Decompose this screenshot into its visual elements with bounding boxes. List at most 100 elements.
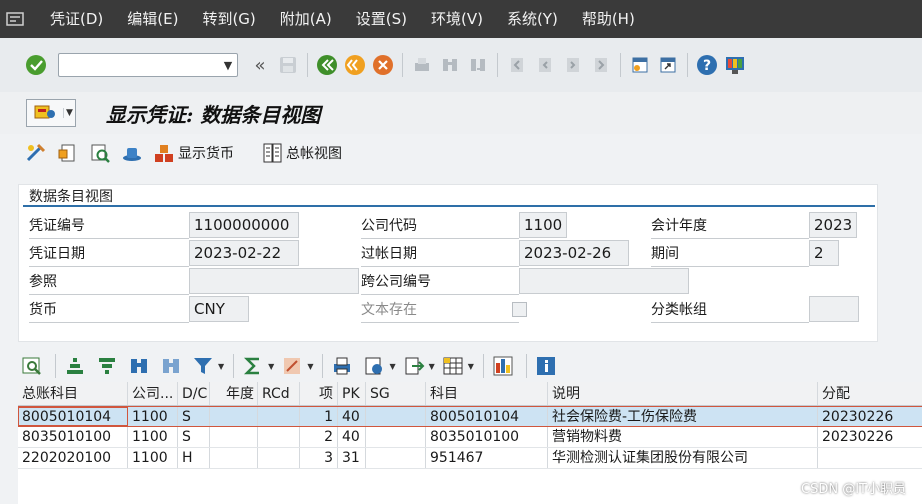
menu-system[interactable]: 系统(Y) bbox=[495, 0, 570, 38]
cell-rcd[interactable] bbox=[258, 407, 300, 426]
cell-account[interactable]: 951467 bbox=[426, 448, 548, 468]
first-page-icon[interactable] bbox=[505, 53, 529, 77]
export-button[interactable]: ▼ bbox=[400, 354, 435, 378]
details-button[interactable] bbox=[18, 354, 46, 378]
cell-sg[interactable] bbox=[366, 427, 426, 447]
cell-year[interactable] bbox=[210, 427, 258, 447]
cell-pk[interactable]: 40 bbox=[338, 427, 366, 447]
ledger-group-field[interactable] bbox=[809, 296, 859, 322]
cell-dc[interactable]: S bbox=[178, 427, 210, 447]
menu-document[interactable]: 凭证(D) bbox=[38, 0, 115, 38]
table-row[interactable]: 8035010100 1100 S 2 40 8035010100 营销物料费 … bbox=[18, 427, 922, 448]
column-header-pk[interactable]: PK bbox=[338, 382, 366, 405]
doc-number-field[interactable]: 1100000000 bbox=[189, 212, 299, 238]
display-currency-button[interactable]: 显示货币 bbox=[150, 141, 234, 165]
cell-gl-account[interactable]: 8005010104 bbox=[18, 407, 128, 426]
cell-item[interactable]: 2 bbox=[300, 427, 338, 447]
cell-assignment[interactable]: 20230226 bbox=[818, 407, 922, 426]
cell-account[interactable]: 8035010100 bbox=[426, 427, 548, 447]
chevron-down-icon[interactable]: ▼ bbox=[63, 108, 75, 118]
find-next-button[interactable] bbox=[157, 354, 185, 378]
shortcut-icon[interactable] bbox=[656, 53, 680, 77]
header-hat-icon[interactable] bbox=[120, 141, 144, 165]
column-header-rcd[interactable]: RCd bbox=[258, 382, 300, 405]
column-header-company[interactable]: 公司... bbox=[128, 382, 178, 405]
display-document-icon[interactable] bbox=[88, 141, 112, 165]
column-header-year[interactable]: 年度 bbox=[210, 382, 258, 405]
find-next-icon[interactable] bbox=[466, 53, 490, 77]
find-button[interactable] bbox=[125, 354, 153, 378]
total-button[interactable]: ▼ bbox=[239, 354, 274, 378]
menu-goto[interactable]: 转到(G) bbox=[190, 0, 267, 38]
text-exists-checkbox[interactable] bbox=[512, 302, 527, 317]
cell-year[interactable] bbox=[210, 407, 258, 426]
graphic-button[interactable] bbox=[489, 354, 517, 378]
menu-environment[interactable]: 环境(V) bbox=[419, 0, 495, 38]
exit-icon[interactable] bbox=[343, 53, 367, 77]
chevron-down-icon[interactable]: ▼ bbox=[219, 59, 237, 72]
period-field[interactable]: 2 bbox=[809, 240, 839, 266]
cell-gl-account[interactable]: 8035010100 bbox=[18, 427, 128, 447]
next-page-icon[interactable] bbox=[561, 53, 585, 77]
table-row[interactable]: 8005010104 1100 S 1 40 8005010104 社会保险费-… bbox=[18, 406, 922, 427]
info-button[interactable] bbox=[532, 354, 560, 378]
back-icon[interactable] bbox=[315, 53, 339, 77]
column-header-account[interactable]: 科目 bbox=[426, 382, 548, 405]
cell-description[interactable]: 营销物料费 bbox=[548, 427, 818, 447]
cell-pk[interactable]: 31 bbox=[338, 448, 366, 468]
subtotal-button[interactable]: ▼ bbox=[278, 354, 313, 378]
cell-year[interactable] bbox=[210, 448, 258, 468]
print-icon[interactable] bbox=[410, 53, 434, 77]
sap-menu-icon[interactable] bbox=[0, 0, 30, 38]
enter-check-icon[interactable] bbox=[24, 53, 48, 77]
posting-date-field[interactable]: 2023-02-26 bbox=[519, 240, 629, 266]
cell-company[interactable]: 1100 bbox=[128, 427, 178, 447]
cell-dc[interactable]: S bbox=[178, 407, 210, 426]
cell-gl-account[interactable]: 2202020100 bbox=[18, 448, 128, 468]
menu-edit[interactable]: 编辑(E) bbox=[115, 0, 190, 38]
sort-ascending-button[interactable] bbox=[61, 354, 89, 378]
cell-assignment[interactable] bbox=[818, 448, 922, 468]
menu-extras[interactable]: 附加(A) bbox=[268, 0, 344, 38]
doc-date-field[interactable]: 2023-02-22 bbox=[189, 240, 299, 266]
table-row[interactable]: 2202020100 1100 H 3 31 951467 华测检测认证集团股份… bbox=[18, 448, 922, 469]
cell-description[interactable]: 华测检测认证集团股份有限公司 bbox=[548, 448, 818, 468]
new-session-icon[interactable] bbox=[628, 53, 652, 77]
filter-button[interactable]: ▼ bbox=[189, 354, 224, 378]
layout-button[interactable]: ▼ bbox=[439, 354, 474, 378]
menu-settings[interactable]: 设置(S) bbox=[344, 0, 419, 38]
command-field[interactable]: ▼ bbox=[58, 53, 238, 77]
customize-layout-icon[interactable] bbox=[723, 53, 747, 77]
cell-rcd[interactable] bbox=[258, 448, 300, 468]
cancel-icon[interactable] bbox=[371, 53, 395, 77]
find-icon[interactable] bbox=[438, 53, 462, 77]
column-header-gl-account[interactable]: 总账科目 bbox=[18, 382, 128, 405]
cross-company-field[interactable] bbox=[519, 268, 689, 294]
cell-item[interactable]: 3 bbox=[300, 448, 338, 468]
change-display-icon[interactable] bbox=[24, 141, 48, 165]
cell-dc[interactable]: H bbox=[178, 448, 210, 468]
sort-descending-button[interactable] bbox=[93, 354, 121, 378]
currency-field[interactable]: CNY bbox=[189, 296, 249, 322]
cell-sg[interactable] bbox=[366, 407, 426, 426]
fiscal-year-field[interactable]: 2023 bbox=[809, 212, 857, 238]
cell-company[interactable]: 1100 bbox=[128, 407, 178, 426]
cell-sg[interactable] bbox=[366, 448, 426, 468]
column-header-item[interactable]: 项 bbox=[300, 382, 338, 405]
save-icon[interactable] bbox=[276, 53, 300, 77]
views-button[interactable]: ▼ bbox=[360, 354, 396, 378]
last-page-icon[interactable] bbox=[589, 53, 613, 77]
help-icon[interactable]: ? bbox=[695, 53, 719, 77]
menu-help[interactable]: 帮助(H) bbox=[570, 0, 647, 38]
other-document-icon[interactable] bbox=[56, 141, 80, 165]
screen-menu-button[interactable]: ▼ bbox=[26, 99, 76, 127]
previous-page-icon[interactable] bbox=[533, 53, 557, 77]
cell-company[interactable]: 1100 bbox=[128, 448, 178, 468]
cell-assignment[interactable]: 20230226 bbox=[818, 427, 922, 447]
column-header-description[interactable]: 说明 bbox=[548, 382, 818, 405]
print-preview-button[interactable] bbox=[328, 354, 356, 378]
ledger-view-button[interactable]: 总帐视图 bbox=[258, 141, 342, 165]
column-header-assignment[interactable]: 分配 bbox=[818, 382, 922, 405]
cell-description[interactable]: 社会保险费-工伤保险费 bbox=[548, 407, 818, 426]
cell-item[interactable]: 1 bbox=[300, 407, 338, 426]
